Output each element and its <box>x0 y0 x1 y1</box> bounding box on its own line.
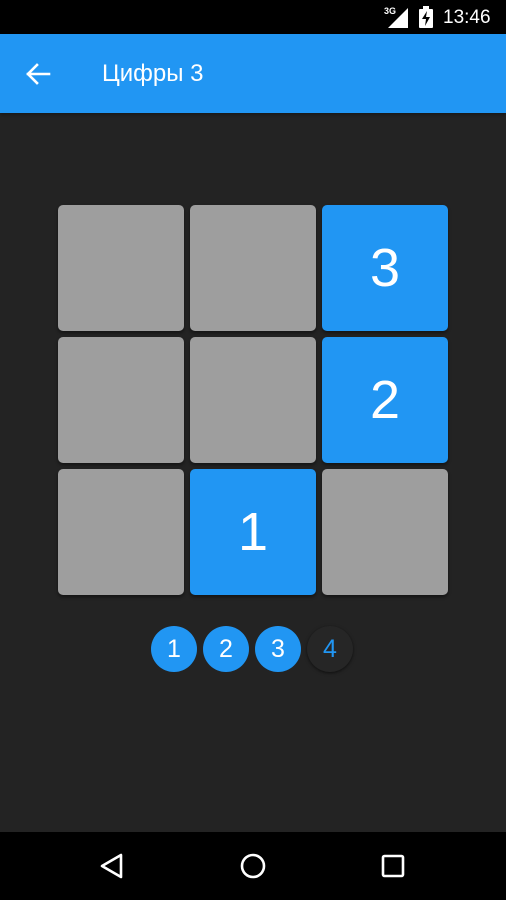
step-number: 1 <box>167 634 181 663</box>
status-bar: 3G 13:46 <box>0 0 506 34</box>
page-title: Цифры 3 <box>102 60 204 87</box>
battery-charging-icon <box>419 6 433 28</box>
cell-label: 2 <box>369 370 401 430</box>
grid-cell[interactable]: 1 <box>190 469 316 595</box>
progress-step: 3 <box>255 626 301 672</box>
progress-step: 1 <box>151 626 197 672</box>
app-bar: Цифры 3 <box>0 34 506 113</box>
status-clock: 13:46 <box>443 7 491 28</box>
grid-cell[interactable] <box>58 205 184 331</box>
signal-icon <box>388 8 408 28</box>
grid-cell[interactable] <box>58 469 184 595</box>
back-triangle-icon[interactable] <box>96 850 128 882</box>
step-number: 3 <box>271 634 285 663</box>
grid-cell[interactable]: 2 <box>322 337 448 463</box>
step-number: 4 <box>323 634 337 663</box>
back-arrow-icon[interactable] <box>22 59 52 89</box>
progress-step: 2 <box>203 626 249 672</box>
grid-cell[interactable] <box>190 205 316 331</box>
progress-step: 4 <box>307 626 353 672</box>
step-number: 2 <box>219 634 233 663</box>
cell-label: 1 <box>237 502 269 562</box>
tile-grid: 3 2 1 <box>58 205 450 597</box>
cell-label: 3 <box>369 238 401 298</box>
grid-cell[interactable]: 3 <box>322 205 448 331</box>
grid-cell[interactable] <box>190 337 316 463</box>
home-circle-icon[interactable] <box>237 850 269 882</box>
recents-square-icon[interactable] <box>377 850 409 882</box>
navigation-bar <box>0 832 506 900</box>
grid-cell[interactable] <box>58 337 184 463</box>
progress-indicator: 1 2 3 4 <box>151 626 357 674</box>
grid-cell[interactable] <box>322 469 448 595</box>
